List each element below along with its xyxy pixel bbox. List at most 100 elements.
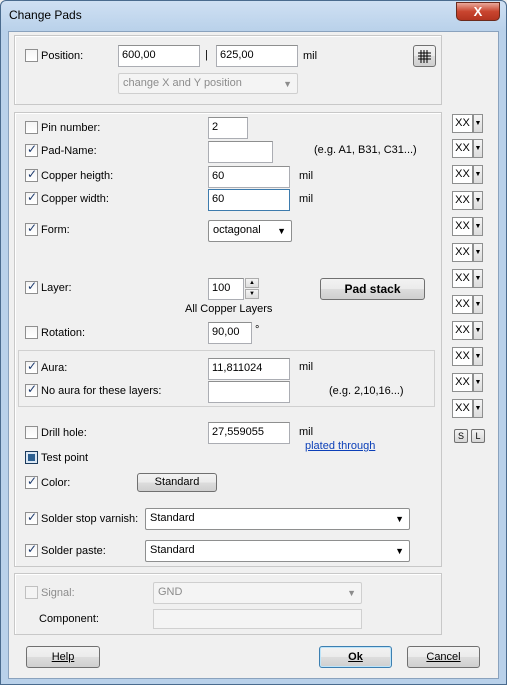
xx-dropdown-arrow-icon[interactable]: ▼	[473, 114, 483, 133]
rotation-label: Rotation:	[41, 327, 86, 339]
aura-unit: mil	[299, 361, 314, 373]
spin-down-button[interactable]: ▼	[245, 289, 259, 299]
copper-height-field[interactable]: 60	[208, 166, 290, 188]
copper-width-label: Copper width:	[41, 193, 109, 205]
copper-height-checkbox[interactable]	[25, 167, 38, 182]
color-checkbox[interactable]	[25, 474, 38, 489]
pad-stack-button[interactable]: Pad stack	[320, 278, 425, 300]
xx-button[interactable]: XX	[452, 399, 473, 418]
chevron-down-icon: ▼	[395, 514, 404, 524]
form-value: octagonal	[213, 224, 261, 236]
xx-dropdown-arrow-icon[interactable]: ▼	[473, 399, 483, 418]
drill-hole-field[interactable]: 27,559055	[208, 422, 290, 444]
xx-dropdown-arrow-icon[interactable]: ▼	[473, 165, 483, 184]
help-button-label: Help	[51, 651, 75, 663]
signal-value: GND	[158, 586, 183, 598]
close-button[interactable]: X	[456, 2, 500, 21]
grid-icon	[418, 50, 431, 63]
form-label: Form:	[41, 224, 70, 236]
solder-paste-combo[interactable]: Standard ▼	[145, 540, 410, 562]
xx-dropdown-arrow-icon[interactable]: ▼	[473, 217, 483, 236]
window-title: Change Pads	[9, 8, 82, 22]
chevron-down-icon: ▼	[395, 546, 404, 556]
no-aura-label: No aura for these layers:	[41, 385, 162, 397]
position-x-field[interactable]: 600,00	[118, 45, 200, 67]
xx-button[interactable]: XX	[452, 295, 473, 314]
position-mode-value: change X and Y position	[123, 77, 242, 89]
aura-checkbox[interactable]	[25, 359, 38, 374]
layer-label: Layer:	[41, 282, 72, 294]
plated-through-link[interactable]: plated through	[305, 440, 375, 452]
drill-hole-checkbox[interactable]	[25, 426, 38, 439]
xx-dropdown-arrow-icon[interactable]: ▼	[473, 347, 483, 366]
help-button[interactable]: Help	[26, 646, 100, 668]
signal-combo[interactable]: GND ▼	[153, 582, 362, 604]
xx-button[interactable]: XX	[452, 114, 473, 133]
rotation-checkbox[interactable]	[25, 326, 38, 339]
xx-dropdown-arrow-icon[interactable]: ▼	[473, 295, 483, 314]
copper-height-label: Copper heigth:	[41, 170, 114, 182]
position-checkbox[interactable]	[25, 49, 38, 62]
chevron-down-icon: ▼	[283, 79, 292, 89]
grid-button[interactable]	[413, 45, 436, 67]
color-button[interactable]: Standard	[137, 473, 217, 492]
pad-name-hint: (e.g. A1, B31, C31...)	[314, 144, 417, 156]
no-aura-checkbox[interactable]	[25, 382, 38, 397]
solder-stop-combo[interactable]: Standard ▼	[145, 508, 410, 530]
form-combo[interactable]: octagonal ▼	[208, 220, 292, 242]
aura-field[interactable]: 11,811024	[208, 358, 290, 380]
spin-up-button[interactable]: ▲	[245, 278, 259, 288]
position-mode-combo[interactable]: change X and Y position ▼	[118, 73, 298, 94]
xx-dropdown-arrow-icon[interactable]: ▼	[473, 373, 483, 392]
cancel-button[interactable]: Cancel	[407, 646, 480, 668]
chevron-down-icon: ▼	[277, 226, 286, 236]
position-separator: |	[205, 49, 208, 61]
pin-number-label: Pin number:	[41, 122, 101, 134]
xx-dropdown-arrow-icon[interactable]: ▼	[473, 243, 483, 262]
solder-paste-label: Solder paste:	[41, 545, 106, 557]
pin-number-field[interactable]: 2	[208, 117, 248, 139]
chevron-down-icon: ▼	[347, 588, 356, 598]
ok-button[interactable]: Ok	[319, 646, 392, 668]
copper-width-field[interactable]: 60	[208, 189, 290, 211]
test-point-checkbox[interactable]	[25, 451, 38, 464]
xx-button[interactable]: XX	[452, 191, 473, 210]
xx-button[interactable]: XX	[452, 269, 473, 288]
pad-name-field[interactable]	[208, 141, 273, 163]
xx-dropdown-arrow-icon[interactable]: ▼	[473, 139, 483, 158]
pad-name-label: Pad-Name:	[41, 145, 97, 157]
signal-checkbox[interactable]	[25, 586, 38, 599]
xx-button[interactable]: XX	[452, 139, 473, 158]
form-checkbox[interactable]	[25, 221, 38, 236]
signal-panel: Signal: GND ▼ Component:	[14, 573, 442, 635]
xx-button[interactable]: XX	[452, 321, 473, 340]
xx-dropdown-arrow-icon[interactable]: ▼	[473, 191, 483, 210]
layer-field[interactable]: 100	[208, 278, 244, 300]
position-panel: Position: 600,00 | 625,00 mil change X a…	[14, 35, 442, 105]
xx-button[interactable]: XX	[452, 217, 473, 236]
solder-paste-checkbox[interactable]	[25, 542, 38, 557]
l-button[interactable]: L	[471, 429, 485, 443]
pin-number-checkbox[interactable]	[25, 121, 38, 134]
solder-stop-checkbox[interactable]	[25, 510, 38, 525]
pad-name-checkbox[interactable]	[25, 142, 38, 157]
no-aura-field[interactable]	[208, 381, 290, 403]
position-unit: mil	[303, 50, 318, 62]
solder-stop-value: Standard	[150, 512, 195, 524]
copper-width-checkbox[interactable]	[25, 190, 38, 205]
xx-button[interactable]: XX	[452, 243, 473, 262]
position-y-field[interactable]: 625,00	[216, 45, 298, 67]
layer-checkbox[interactable]	[25, 279, 38, 294]
s-button[interactable]: S	[454, 429, 468, 443]
xx-button[interactable]: XX	[452, 165, 473, 184]
rotation-field[interactable]: 90,00	[208, 322, 252, 344]
dialog-window: Change Pads X Position: 600,00 | 625,00 …	[0, 0, 507, 685]
xx-dropdown-arrow-icon[interactable]: ▼	[473, 269, 483, 288]
xx-button[interactable]: XX	[452, 373, 473, 392]
xx-dropdown-arrow-icon[interactable]: ▼	[473, 321, 483, 340]
xx-button[interactable]: XX	[452, 347, 473, 366]
drill-hole-label: Drill hole:	[41, 427, 87, 439]
component-field[interactable]	[153, 609, 362, 629]
copper-height-unit: mil	[299, 170, 314, 182]
layer-caption: All Copper Layers	[185, 303, 273, 315]
